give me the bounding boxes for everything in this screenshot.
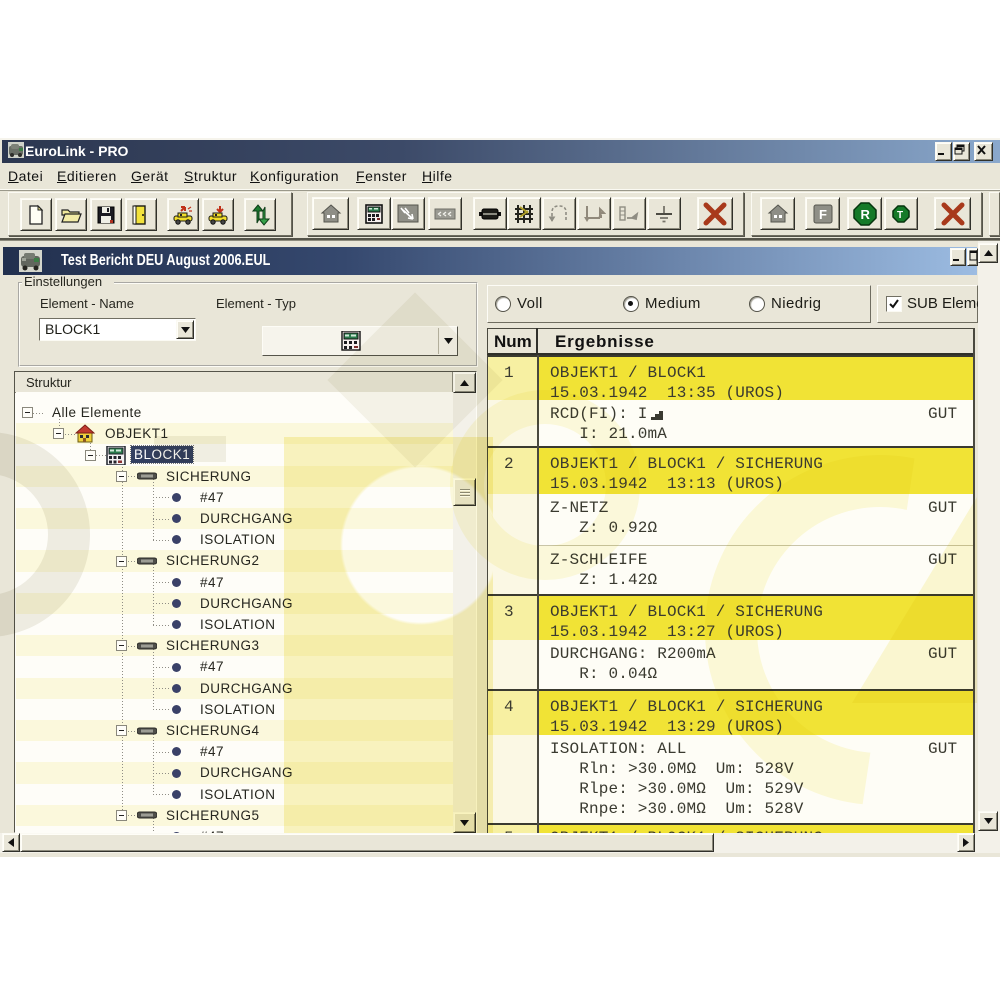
svg-text:F: F	[819, 207, 827, 222]
svg-text:R: R	[860, 207, 870, 222]
svg-text:T: T	[897, 210, 903, 221]
